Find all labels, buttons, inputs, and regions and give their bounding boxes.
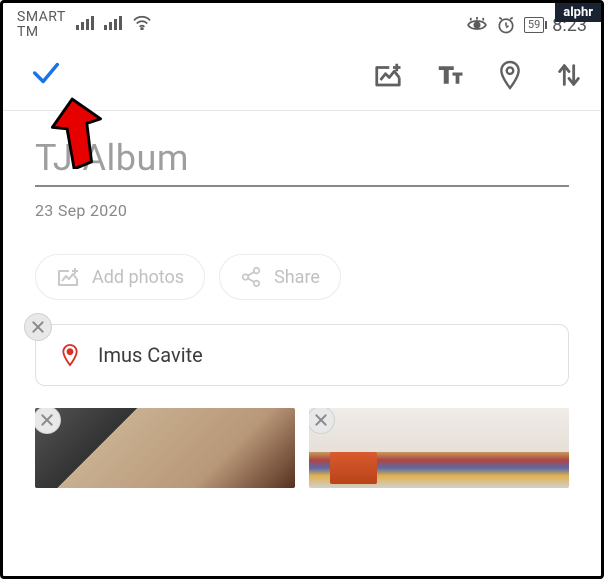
battery-icon: 59 bbox=[524, 17, 544, 33]
album-date: 23 Sep 2020 bbox=[35, 201, 569, 220]
sort-toolbar-button[interactable] bbox=[555, 60, 583, 90]
add-photos-label: Add photos bbox=[92, 267, 184, 288]
action-row: Add photos Share bbox=[35, 254, 569, 300]
text-toolbar-button[interactable] bbox=[435, 60, 465, 90]
location-toolbar-button[interactable] bbox=[497, 59, 523, 91]
carrier-line-2: TM bbox=[17, 25, 66, 40]
photo-thumbnail[interactable] bbox=[35, 408, 295, 488]
signal-icon bbox=[104, 16, 122, 30]
eye-icon bbox=[466, 17, 488, 33]
add-photo-icon bbox=[56, 265, 80, 289]
album-title-input[interactable]: TJ Album bbox=[35, 137, 569, 187]
content-area: TJ Album 23 Sep 2020 Add photos bbox=[3, 111, 601, 488]
add-photos-button[interactable]: Add photos bbox=[35, 254, 205, 300]
remove-photo-button[interactable] bbox=[309, 408, 335, 434]
signal-group bbox=[76, 14, 152, 30]
watermark-badge: alphr bbox=[555, 3, 601, 22]
carrier-label: SMART TM bbox=[17, 10, 66, 41]
status-left: SMART TM bbox=[17, 10, 152, 41]
confirm-button[interactable] bbox=[29, 56, 63, 90]
status-bar: SMART TM bbox=[3, 3, 601, 41]
toolbar bbox=[3, 41, 601, 111]
carrier-line-1: SMART bbox=[17, 10, 66, 25]
screenshot-frame: alphr SMART TM bbox=[0, 0, 604, 579]
signal-icon bbox=[76, 16, 94, 30]
photo-thumbnail[interactable] bbox=[309, 408, 569, 488]
photo-grid bbox=[35, 408, 569, 488]
share-icon bbox=[240, 266, 262, 288]
share-label: Share bbox=[274, 267, 320, 288]
add-photo-toolbar-button[interactable] bbox=[373, 60, 403, 90]
remove-location-button[interactable] bbox=[24, 313, 52, 341]
location-pin-icon bbox=[60, 343, 80, 367]
wifi-icon bbox=[132, 14, 152, 30]
alarm-icon bbox=[496, 15, 516, 35]
location-text: Imus Cavite bbox=[98, 343, 203, 367]
remove-photo-button[interactable] bbox=[35, 408, 61, 434]
share-button[interactable]: Share bbox=[219, 254, 341, 300]
location-card[interactable]: Imus Cavite bbox=[35, 324, 569, 386]
